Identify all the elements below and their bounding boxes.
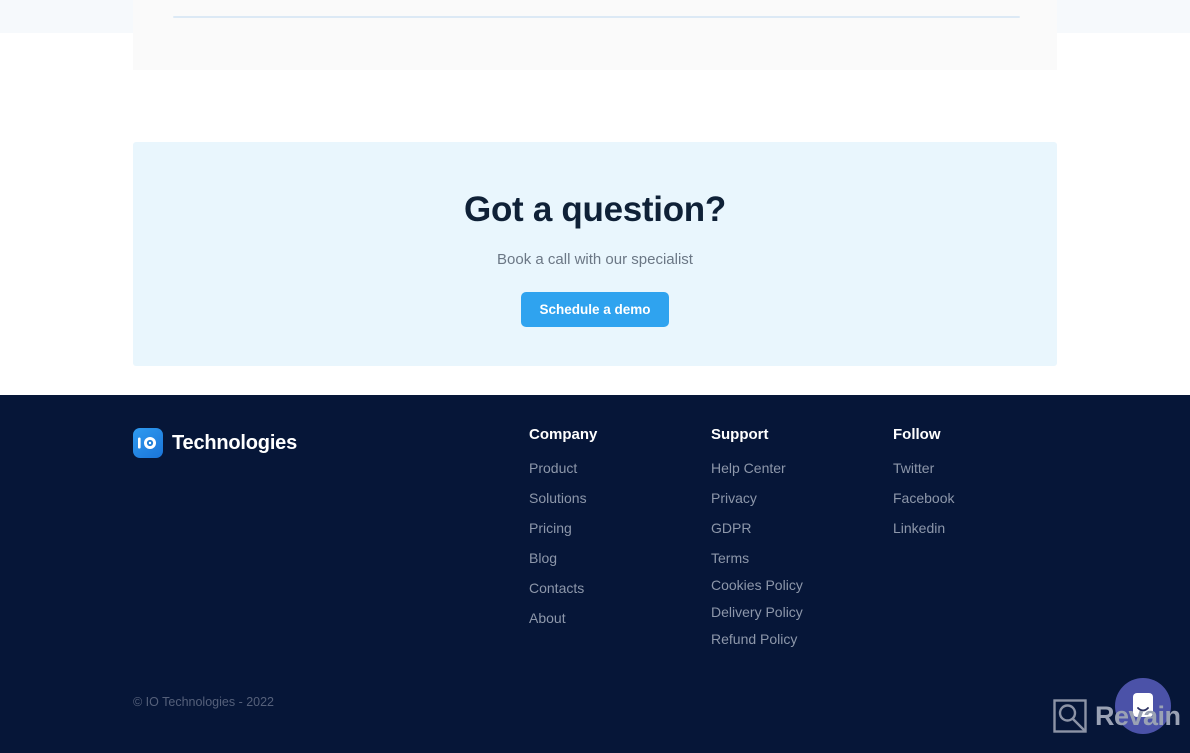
footer-link-terms[interactable]: Terms	[711, 550, 803, 566]
cta-title: Got a question?	[464, 190, 726, 229]
cta-section: Got a question? Book a call with our spe…	[133, 142, 1057, 366]
footer-link-contacts[interactable]: Contacts	[529, 580, 597, 596]
above-fold-panel	[133, 0, 1057, 70]
panel-divider	[173, 16, 1020, 18]
footer-link-gdpr[interactable]: GDPR	[711, 520, 803, 536]
page-background-strip-right	[1057, 0, 1190, 33]
page-top-region	[0, 0, 1190, 70]
chat-bubble-smile-icon	[1133, 693, 1153, 717]
footer-link-refund-policy[interactable]: Refund Policy	[711, 631, 803, 647]
footer-link-solutions[interactable]: Solutions	[529, 490, 597, 506]
footer-link-product[interactable]: Product	[529, 460, 597, 476]
schedule-demo-button[interactable]: Schedule a demo	[521, 292, 669, 327]
footer-column-follow: Follow Twitter Facebook Linkedin	[893, 426, 954, 550]
site-footer: Technologies Company Product Solutions P…	[0, 395, 1190, 753]
footer-link-blog[interactable]: Blog	[529, 550, 597, 566]
footer-heading-support: Support	[711, 426, 769, 443]
footer-link-delivery-policy[interactable]: Delivery Policy	[711, 604, 803, 620]
io-logo-icon	[133, 428, 163, 458]
footer-link-cookies-policy[interactable]: Cookies Policy	[711, 577, 803, 593]
footer-heading-company: Company	[529, 426, 598, 443]
footer-link-help-center[interactable]: Help Center	[711, 460, 803, 476]
footer-link-linkedin[interactable]: Linkedin	[893, 520, 954, 536]
cta-subtitle: Book a call with our specialist	[497, 251, 693, 268]
page-background-strip-left	[0, 0, 133, 33]
footer-brand[interactable]: Technologies	[133, 428, 297, 458]
footer-link-twitter[interactable]: Twitter	[893, 460, 954, 476]
footer-link-privacy[interactable]: Privacy	[711, 490, 803, 506]
footer-content: Technologies Company Product Solutions P…	[133, 395, 1057, 753]
footer-column-company: Company Product Solutions Pricing Blog C…	[529, 426, 597, 640]
footer-column-support: Support Help Center Privacy GDPR Terms C…	[711, 426, 803, 658]
copyright-text: © IO Technologies - 2022	[133, 695, 275, 709]
brand-name: Technologies	[172, 431, 298, 454]
footer-link-pricing[interactable]: Pricing	[529, 520, 597, 536]
footer-heading-follow: Follow	[893, 426, 941, 443]
chat-launcher-button[interactable]	[1115, 678, 1171, 734]
footer-link-facebook[interactable]: Facebook	[893, 490, 954, 506]
footer-link-about[interactable]: About	[529, 610, 597, 626]
